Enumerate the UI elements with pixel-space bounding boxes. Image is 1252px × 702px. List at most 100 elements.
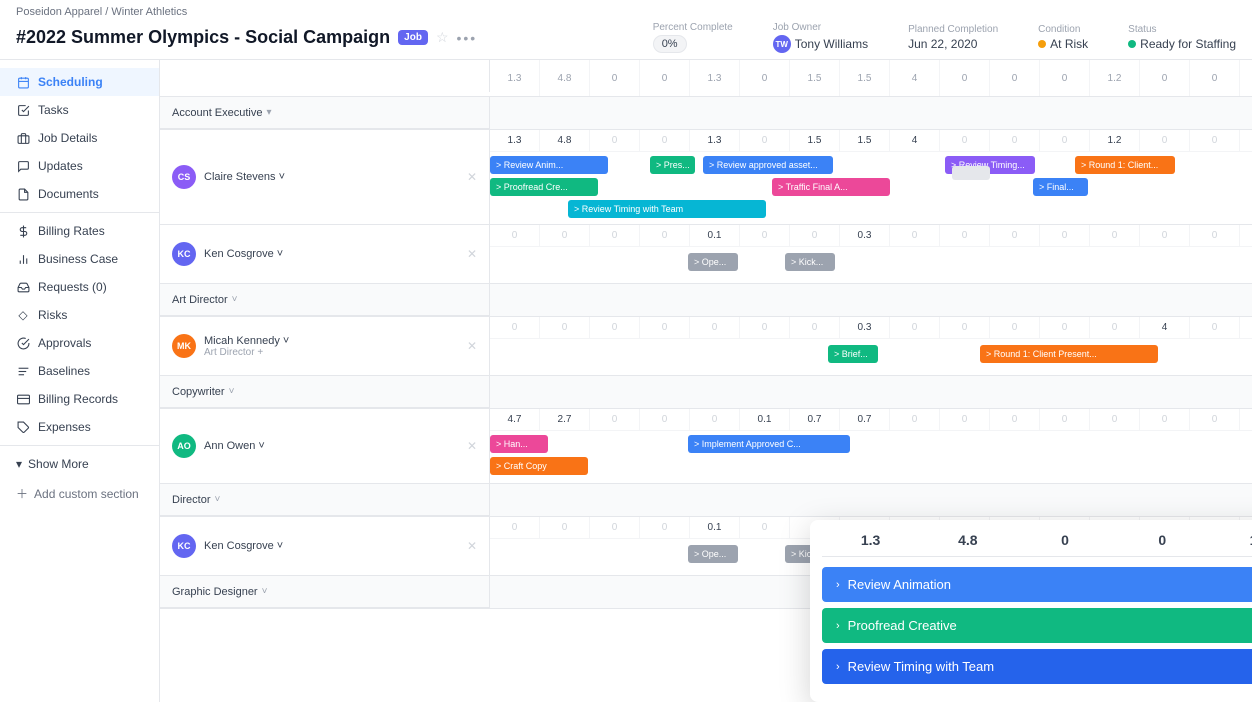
scheduling-container: 1.3 4.8 0 0 1.3 0 1.5 1.5 4 0 0 0 xyxy=(160,60,1252,702)
breadcrumb-company[interactable]: Poseidon Apparel xyxy=(16,6,102,18)
tooltip-chevron-3: › xyxy=(836,661,840,673)
col-header-12: 1.2 xyxy=(1090,60,1140,96)
sidebar-item-billing-records[interactable]: Billing Records xyxy=(0,385,159,413)
placeholder-bar xyxy=(952,166,990,180)
member-row-ken-1: KC Ken Cosgrove ˅ ✕ 0 0 0 0 xyxy=(160,225,1252,284)
role-chevron-account-executive: ▾ xyxy=(267,107,272,118)
documents-icon xyxy=(16,187,30,201)
status-label: Status xyxy=(1128,24,1156,35)
remove-ken-1-btn[interactable]: ✕ xyxy=(467,247,477,261)
calendar-icon xyxy=(16,75,30,89)
bar-craft-copy-ann[interactable]: > Craft Copy xyxy=(490,457,588,475)
sidebar-item-billing-rates[interactable]: Billing Rates xyxy=(0,217,159,245)
content-area: 1.3 4.8 0 0 1.3 0 1.5 1.5 4 0 0 0 xyxy=(160,60,1252,702)
remove-ken-2-btn[interactable]: ✕ xyxy=(467,539,477,553)
bar-hand-ann[interactable]: > Han... xyxy=(490,435,548,453)
col-header-10: 0 xyxy=(990,60,1040,96)
sidebar-item-requests[interactable]: Requests (0) xyxy=(0,273,159,301)
num-claire-10: 0 xyxy=(990,130,1040,151)
role-header-art-director[interactable]: Art Director ˅ xyxy=(160,284,489,316)
risks-icon: ◇ xyxy=(16,308,30,322)
condition-meta: Condition At Risk xyxy=(1038,24,1088,51)
sidebar-item-scheduling[interactable]: Scheduling xyxy=(0,68,159,96)
bar-ope-1[interactable]: > Ope... xyxy=(688,253,738,271)
sidebar-item-expenses[interactable]: Expenses xyxy=(0,413,159,441)
member-name-claire[interactable]: Claire Stevens ˅ xyxy=(204,171,285,183)
sidebar-item-business-case[interactable]: Business Case xyxy=(0,245,159,273)
bar-review-approved[interactable]: > Review approved asset... xyxy=(703,156,833,174)
role-header-director[interactable]: Director ˅ xyxy=(160,484,489,516)
num-claire-11: 0 xyxy=(1040,130,1090,151)
bar-brief-micah[interactable]: > Brief... xyxy=(828,345,878,363)
sidebar-item-documents[interactable]: Documents xyxy=(0,180,159,208)
role-title-director: Director xyxy=(172,494,211,506)
sidebar-item-tasks[interactable]: Tasks xyxy=(0,96,159,124)
member-name-ann[interactable]: Ann Owen ˅ xyxy=(204,440,265,452)
avatar-micah: MK xyxy=(172,334,196,358)
header-meta: Percent Complete 0% Job Owner TW Tony Wi… xyxy=(653,22,1236,53)
tooltip-num-4: 1.3 xyxy=(1211,532,1252,548)
tooltip-bar-proofread-creative[interactable]: › Proofread Creative xyxy=(822,608,1252,643)
bar-round1-micah[interactable]: > Round 1: Client Present... xyxy=(980,345,1158,363)
col-header-3: 0 xyxy=(640,60,690,96)
role-header-graphic-designer[interactable]: Graphic Designer ˅ xyxy=(160,576,489,608)
role-art-director: Art Director ˅ MK Micah Kenned xyxy=(160,284,1252,376)
status-dot xyxy=(1128,40,1136,48)
bar-proofread[interactable]: > Proofread Cre... xyxy=(490,178,598,196)
tooltip-numbers: 1.3 4.8 0 0 1.3 xyxy=(822,532,1252,557)
role-header-copywriter[interactable]: Copywriter ˅ xyxy=(160,376,489,408)
member-row-ann: AO Ann Owen ˅ ✕ 4.7 2.7 0 xyxy=(160,409,1252,484)
more-options-icon[interactable]: ••• xyxy=(457,30,478,46)
num-claire-12: 1.2 xyxy=(1090,130,1140,151)
tooltip-num-3: 0 xyxy=(1114,532,1211,548)
remove-claire-btn[interactable]: ✕ xyxy=(467,170,477,184)
sidebar-item-approvals[interactable]: Approvals xyxy=(0,329,159,357)
role-header-account-executive[interactable]: Account Executive ▾ xyxy=(160,97,489,129)
percent-badge: 0% xyxy=(653,35,687,53)
remove-micah-btn[interactable]: ✕ xyxy=(467,339,477,353)
tooltip-bar-proofread-creative-label: Proofread Creative xyxy=(848,618,957,633)
num-claire-9: 0 xyxy=(940,130,990,151)
bar-final-blue-2[interactable]: > Final... xyxy=(1033,178,1088,196)
star-icon[interactable]: ☆ xyxy=(436,29,449,46)
sidebar-item-baselines[interactable]: Baselines xyxy=(0,357,159,385)
bar-implement-ann[interactable]: > Implement Approved C... xyxy=(688,435,850,453)
member-name-ken-2[interactable]: Ken Cosgrove ˅ xyxy=(204,540,283,552)
avatar-ann: AO xyxy=(172,434,196,458)
sidebar-requests-label: Requests (0) xyxy=(38,280,107,294)
bar-review-timing-team[interactable]: > Review Timing with Team xyxy=(568,200,766,218)
tooltip-bar-review-animation[interactable]: › Review Animation xyxy=(822,567,1252,602)
member-name-ken-1[interactable]: Ken Cosgrove ˅ xyxy=(204,248,283,260)
add-custom-label: Add custom section xyxy=(34,487,139,501)
bar-round1-client[interactable]: > Round 1: Client... xyxy=(1075,156,1175,174)
bar-pres[interactable]: > Pres... xyxy=(650,156,695,174)
col-header-11: 0 xyxy=(1040,60,1090,96)
sidebar-item-risks[interactable]: ◇ Risks xyxy=(0,301,159,329)
sidebar-item-updates[interactable]: Updates xyxy=(0,152,159,180)
tooltip-num-1: 4.8 xyxy=(919,532,1016,548)
business-case-icon xyxy=(16,252,30,266)
role-title-account-executive: Account Executive xyxy=(172,107,263,119)
sidebar-item-job-details[interactable]: Job Details xyxy=(0,124,159,152)
member-name-micah[interactable]: Micah Kennedy ˅ xyxy=(204,335,289,347)
bar-ope-2[interactable]: > Ope... xyxy=(688,545,738,563)
bar-kick-1[interactable]: > Kick... xyxy=(785,253,835,271)
col-header-15: 0 xyxy=(1240,60,1252,96)
job-owner-value: TW Tony Williams xyxy=(773,35,868,53)
condition-label: Condition xyxy=(1038,24,1080,35)
billing-rates-icon xyxy=(16,224,30,238)
col-header-1: 4.8 xyxy=(540,60,590,96)
breadcrumb-project[interactable]: Winter Athletics xyxy=(111,6,187,18)
tooltip-bar-review-timing-team[interactable]: › Review Timing with Team xyxy=(822,649,1252,684)
bar-review-animation[interactable]: > Review Anim... xyxy=(490,156,608,174)
role-title-graphic-designer: Graphic Designer xyxy=(172,586,258,598)
status-value: Ready for Staffing xyxy=(1128,37,1236,51)
percent-complete-value: 0% xyxy=(653,35,687,53)
col-header-13: 0 xyxy=(1140,60,1190,96)
add-custom-section-btn[interactable]: ＋ Add custom section xyxy=(0,478,159,509)
remove-ann-btn[interactable]: ✕ xyxy=(467,439,477,453)
bar-traffic-final[interactable]: > Traffic Final A... xyxy=(772,178,890,196)
sidebar-documents-label: Documents xyxy=(38,187,99,201)
show-more-btn[interactable]: ▾ Show More xyxy=(0,450,159,478)
top-header: Poseidon Apparel / Winter Athletics #202… xyxy=(0,0,1252,60)
